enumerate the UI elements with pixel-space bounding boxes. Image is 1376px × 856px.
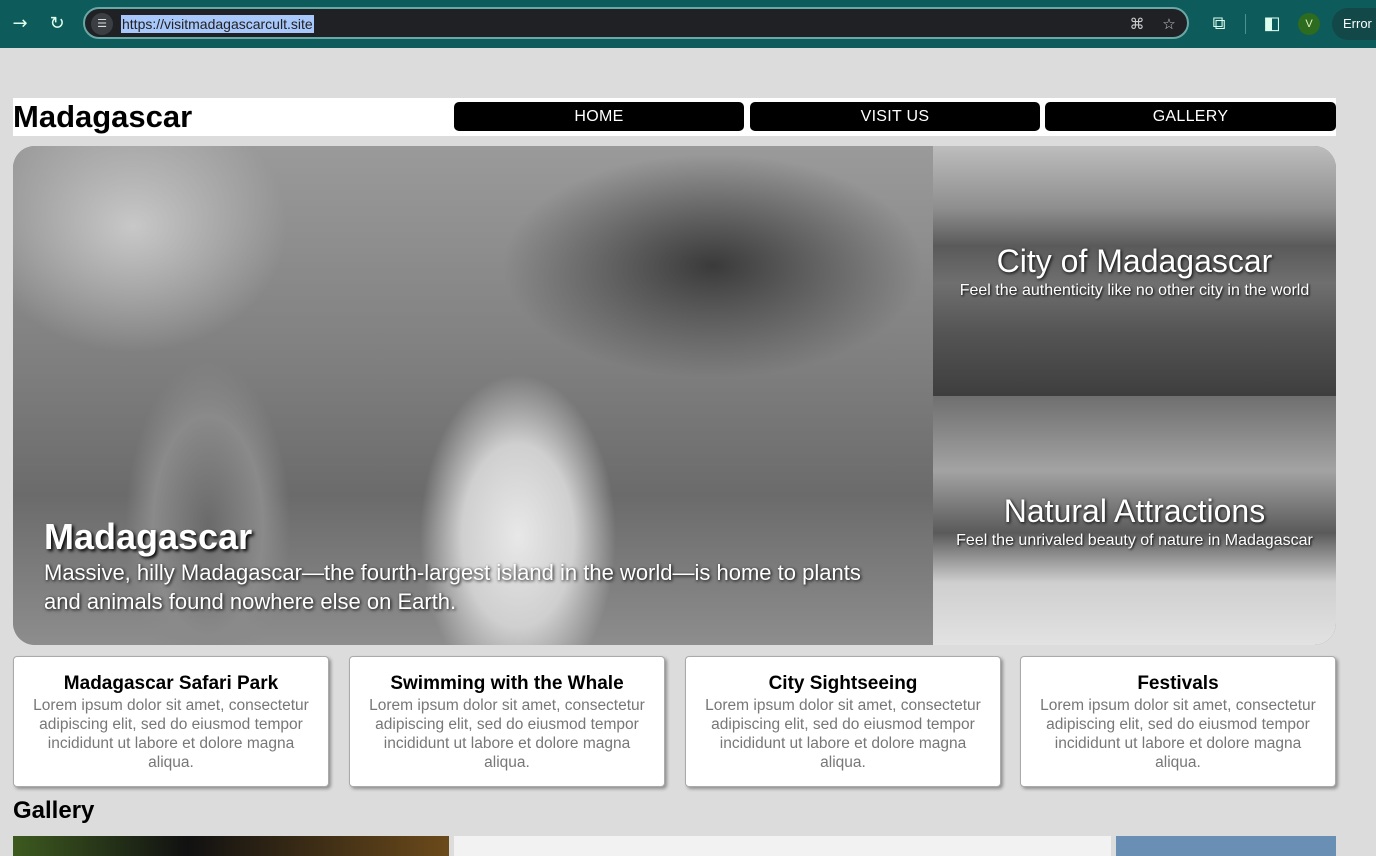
gallery-image[interactable] [454, 836, 1111, 856]
gallery-image[interactable] [1116, 836, 1336, 856]
city-subtitle: Feel the authenticity like no other city… [959, 282, 1310, 299]
nature-subtitle: Feel the unrivaled beauty of nature in M… [956, 532, 1313, 549]
error-status-pill[interactable]: Error [1332, 8, 1376, 40]
nav-visit-us-button[interactable]: VISIT US [750, 102, 1040, 131]
url-text[interactable]: https://visitmadagascarcult.site [121, 15, 314, 33]
bookmark-star-icon[interactable]: ☆ [1159, 14, 1179, 34]
hero-section: Madagascar Massive, hilly Madagascar—the… [13, 146, 1336, 645]
extensions-icon[interactable]: ⧉ [1207, 12, 1231, 36]
card-title: Festivals [1137, 673, 1219, 694]
hero-title: Madagascar [44, 516, 253, 557]
card-city-sightseeing[interactable]: City Sightseeing Lorem ipsum dolor sit a… [685, 656, 1001, 787]
site-header: Madagascar HOME VISIT US GALLERY [13, 98, 1336, 136]
site-info-icon[interactable]: ☰ [91, 13, 113, 35]
nature-title: Natural Attractions [1003, 493, 1266, 529]
card-title: City Sightseeing [768, 673, 918, 694]
toolbar-divider [1245, 14, 1246, 34]
profile-avatar[interactable]: V [1298, 13, 1320, 35]
card-text: Lorem ipsum dolor sit amet, consectetur … [369, 697, 645, 771]
city-title: City of Madagascar [996, 243, 1273, 279]
forward-icon[interactable]: → [8, 12, 32, 36]
nav-home-button[interactable]: HOME [454, 102, 744, 131]
address-bar[interactable]: ☰ https://visitmadagascarcult.site ⌘ ☆ [83, 7, 1189, 39]
browser-toolbar: → ↻ ☰ https://visitmadagascarcult.site ⌘… [0, 0, 1376, 48]
gallery-image[interactable] [13, 836, 449, 856]
translate-icon[interactable]: ⌘ [1127, 14, 1147, 34]
card-festivals[interactable]: Festivals Lorem ipsum dolor sit amet, co… [1020, 656, 1336, 787]
hero-description: Massive, hilly Madagascar—the fourth-lar… [44, 560, 861, 614]
card-swimming-whale[interactable]: Swimming with the Whale Lorem ipsum dolo… [349, 656, 665, 787]
card-title: Madagascar Safari Park [63, 673, 279, 694]
card-text: Lorem ipsum dolor sit amet, consectetur … [1040, 697, 1316, 771]
site-brand[interactable]: Madagascar [13, 99, 192, 135]
gallery-heading: Gallery [13, 797, 95, 824]
card-title: Swimming with the Whale [390, 673, 624, 694]
card-safari-park[interactable]: Madagascar Safari Park Lorem ipsum dolor… [13, 656, 329, 787]
nav-gallery-button[interactable]: GALLERY [1045, 102, 1336, 131]
reload-icon[interactable]: ↻ [45, 12, 69, 36]
card-text: Lorem ipsum dolor sit amet, consectetur … [33, 697, 309, 771]
side-panel-icon[interactable]: ◧ [1260, 12, 1284, 36]
nature-panel[interactable]: Natural Attractions Feel the unrivaled b… [933, 396, 1336, 645]
card-text: Lorem ipsum dolor sit amet, consectetur … [705, 697, 981, 771]
city-panel[interactable]: City of Madagascar Feel the authenticity… [933, 146, 1336, 396]
hero-main-image: Madagascar Massive, hilly Madagascar—the… [13, 146, 933, 645]
